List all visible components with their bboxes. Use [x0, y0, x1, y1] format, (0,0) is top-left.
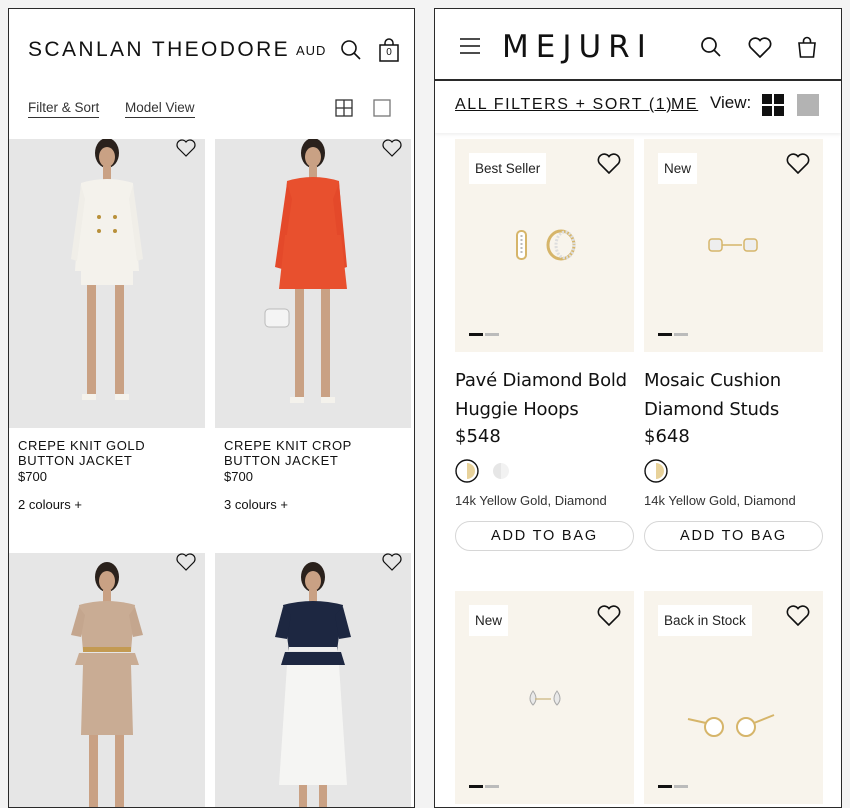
brand-logo[interactable]: SCANLAN THEODORE — [28, 38, 290, 62]
product-name-line: Pavé Diamond Bold — [455, 370, 627, 391]
earring-image — [708, 238, 758, 252]
add-to-bag-button[interactable]: ADD TO BAG — [455, 521, 634, 551]
wishlist-heart-icon[interactable] — [786, 153, 810, 174]
product-name-line: Huggie Hoops — [455, 399, 579, 420]
earring-image — [687, 714, 775, 737]
image-carousel-indicator[interactable] — [658, 333, 688, 336]
product-image[interactable] — [9, 139, 205, 428]
wishlist-heart-icon[interactable] — [382, 139, 402, 157]
scanlan-theodore-panel: SCANLAN THEODORE AUD 0 Filter & Sort Mod… — [8, 8, 415, 808]
product-price: $700 — [224, 469, 253, 484]
mejuri-panel: MEJURI ALL FILTERS + SORT (1) ME View: B… — [434, 8, 842, 808]
hamburger-menu-icon[interactable] — [459, 37, 481, 55]
model-view-link[interactable]: Model View — [125, 100, 195, 118]
product-image[interactable]: New — [455, 591, 634, 804]
product-badge: Best Seller — [469, 153, 547, 184]
filter-sort-link[interactable]: Filter & Sort — [28, 100, 100, 118]
currency-selector[interactable]: AUD — [296, 43, 326, 58]
product-card[interactable]: Best Seller Pavé Diamond Bold Huggie Hoo… — [455, 139, 634, 551]
product-badge: New — [658, 153, 698, 184]
product-name[interactable]: Mosaic Cushion Diamond Studs — [644, 366, 823, 424]
bag-count: 0 — [386, 47, 392, 58]
product-material: 14k Yellow Gold, Diamond — [455, 493, 607, 508]
product-badge: New — [469, 605, 509, 636]
product-material: 14k Yellow Gold, Diamond — [644, 493, 796, 508]
site-header: SCANLAN THEODORE AUD 0 — [9, 9, 414, 89]
product-card[interactable]: CREPE KNIT CROP BUTTON JACKET $700 3 col… — [215, 139, 411, 512]
material-swatches — [455, 459, 634, 485]
gold-swatch[interactable] — [455, 459, 479, 483]
gold-swatch[interactable] — [644, 459, 668, 483]
product-price: $548 — [455, 426, 501, 447]
product-image[interactable] — [215, 139, 411, 428]
filter-chip-truncated[interactable]: ME — [671, 96, 698, 114]
product-name[interactable]: CREPE KNIT CROP BUTTON JACKET — [215, 438, 411, 468]
model-photo — [71, 139, 143, 400]
material-swatches — [644, 459, 823, 485]
search-icon[interactable] — [340, 39, 362, 61]
earring-image — [529, 690, 561, 706]
wishlist-heart-icon[interactable] — [786, 605, 810, 626]
wishlist-heart-icon[interactable] — [748, 37, 772, 58]
product-image[interactable]: Best Seller — [455, 139, 634, 352]
product-card[interactable] — [215, 553, 411, 807]
model-photo — [71, 562, 143, 807]
product-name[interactable]: CREPE KNIT GOLD BUTTON JACKET — [9, 438, 205, 468]
model-photo — [275, 562, 351, 807]
product-image[interactable]: Back in Stock — [644, 591, 823, 804]
grid-view-icon[interactable] — [762, 94, 784, 116]
product-card[interactable]: New — [455, 591, 634, 804]
wishlist-heart-icon[interactable] — [597, 153, 621, 174]
shopping-bag-icon[interactable] — [796, 36, 818, 58]
earring-image — [516, 229, 576, 261]
wishlist-heart-icon[interactable] — [382, 553, 402, 571]
product-image[interactable] — [215, 553, 411, 807]
product-name[interactable]: Pavé Diamond Bold Huggie Hoops — [455, 366, 634, 424]
wishlist-heart-icon[interactable] — [176, 139, 196, 157]
shopping-bag-button[interactable]: 0 — [378, 38, 400, 62]
product-image[interactable]: New — [644, 139, 823, 352]
site-header: MEJURI — [435, 9, 841, 81]
wishlist-heart-icon[interactable] — [176, 553, 196, 571]
add-to-bag-button[interactable]: ADD TO BAG — [644, 521, 823, 551]
product-price: $648 — [644, 426, 690, 447]
colours-link[interactable]: 3 colours + — [215, 497, 411, 512]
image-carousel-indicator[interactable] — [469, 785, 499, 788]
product-price: $700 — [18, 469, 47, 484]
colours-link[interactable]: 2 colours + — [9, 497, 205, 512]
all-filters-sort-button[interactable]: ALL FILTERS + SORT (1) — [455, 96, 673, 114]
product-name-line: Diamond Studs — [644, 399, 780, 420]
product-badge: Back in Stock — [658, 605, 752, 636]
single-view-icon[interactable] — [797, 94, 819, 116]
product-card[interactable]: CREPE KNIT GOLD BUTTON JACKET $700 2 col… — [9, 139, 205, 512]
product-image[interactable] — [9, 553, 205, 807]
silver-swatch[interactable] — [489, 459, 513, 483]
model-photo — [264, 139, 347, 403]
filter-bar: ALL FILTERS + SORT (1) ME View: — [435, 81, 841, 133]
search-icon[interactable] — [700, 36, 722, 58]
view-label: View: — [710, 93, 752, 113]
wishlist-heart-icon[interactable] — [597, 605, 621, 626]
single-view-icon[interactable] — [373, 99, 391, 117]
grid-view-icon[interactable] — [335, 99, 353, 117]
product-card[interactable] — [9, 553, 205, 807]
product-card[interactable]: Back in Stock — [644, 591, 823, 804]
image-carousel-indicator[interactable] — [469, 333, 499, 336]
product-card[interactable]: New Mosaic Cushion Diamond Studs $648 14… — [644, 139, 823, 551]
product-name-line: Mosaic Cushion — [644, 370, 781, 391]
brand-logo[interactable]: MEJURI — [502, 29, 653, 65]
image-carousel-indicator[interactable] — [658, 785, 688, 788]
